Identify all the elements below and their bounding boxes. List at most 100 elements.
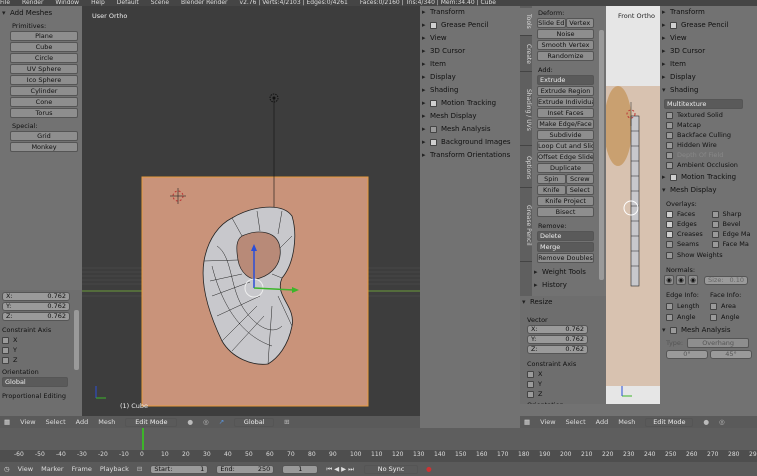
menu-mesh[interactable]: Mesh — [98, 416, 115, 428]
constraint-axis-z[interactable]: Z — [2, 356, 82, 364]
edge-angle-option[interactable]: Angle — [666, 313, 710, 321]
resize-x-field[interactable]: X: 0.762 — [527, 325, 588, 334]
menu-view[interactable]: View — [20, 416, 35, 428]
history-header[interactable]: History — [532, 279, 606, 292]
pivot-icon[interactable]: ◎ — [203, 416, 209, 428]
special-grid-button[interactable]: Grid — [10, 131, 78, 141]
bisect-button[interactable]: Bisect — [537, 207, 594, 217]
section-transform[interactable]: Transform — [420, 6, 520, 19]
resize-axis-y[interactable]: Y — [527, 380, 606, 388]
range-toggle-icon[interactable]: ⊟ — [137, 463, 142, 475]
angle-max-field[interactable]: 45° — [710, 350, 752, 359]
shading-option-ambient-occlusion[interactable]: Ambient Occlusion — [666, 161, 757, 169]
right-menu-view[interactable]: View — [540, 416, 555, 428]
right-section-transform[interactable]: Transform — [660, 6, 757, 19]
remove-doubles-button[interactable]: Remove Doubles — [537, 253, 594, 263]
tools-scrollbar[interactable] — [599, 30, 604, 280]
randomize-button[interactable]: Randomize — [537, 51, 594, 61]
shading-mode-select[interactable]: Multitexture — [664, 99, 743, 109]
section-shading[interactable]: Shading — [420, 84, 520, 97]
mesh-analysis-header[interactable]: Mesh Analysis — [660, 324, 757, 337]
primitive-ico-sphere-button[interactable]: Ico Sphere — [10, 75, 78, 85]
playback-controls-icon[interactable]: ⏮◀▶⏭ — [326, 463, 356, 475]
shading-option-matcap[interactable]: Matcap — [666, 121, 757, 129]
frame-ruler[interactable]: -60 -50 -40 -30 -20 -10 0 10 20 30 40 50 60 70 80 90 100… — [0, 450, 757, 462]
resize-z-field[interactable]: Z: 0.762 — [527, 345, 588, 354]
extrude-region-button[interactable]: Extrude Region — [537, 86, 594, 96]
timeline-menu-view[interactable]: View — [18, 463, 33, 475]
mesh-display-header[interactable]: Mesh Display — [660, 184, 757, 197]
mode-select[interactable]: Edit Mode — [125, 417, 178, 427]
overlay-creases[interactable]: Creases — [666, 230, 712, 238]
resize-axis-z[interactable]: Z — [527, 390, 606, 398]
face-area-option[interactable]: Area — [710, 302, 741, 310]
special-monkey-button[interactable]: Monkey — [10, 142, 78, 152]
extrude-button[interactable]: Extrude — [537, 75, 594, 85]
primitive-cone-button[interactable]: Cone — [10, 97, 78, 107]
record-icon[interactable]: ● — [426, 463, 432, 475]
scale-x-field[interactable]: X: 0.762 — [2, 292, 70, 301]
primitive-torus-button[interactable]: Torus — [10, 108, 78, 118]
resize-y-field[interactable]: Y: 0.762 — [527, 335, 588, 344]
make-edge-face-button[interactable]: Make Edge/Face — [537, 119, 594, 129]
subdivide-button[interactable]: Subdivide — [537, 130, 594, 140]
overlay-seams[interactable]: Seams — [666, 240, 712, 248]
resize-axis-x[interactable]: X — [527, 370, 606, 378]
shading-option-depth-of-field[interactable]: Depth Of Field — [666, 151, 757, 159]
section-item[interactable]: Item — [420, 58, 520, 71]
primitive-uv-sphere-button[interactable]: UV Sphere — [10, 64, 78, 74]
spin-button[interactable]: Spin — [537, 174, 566, 184]
constraint-axis-x[interactable]: X — [2, 336, 82, 344]
section-transform-orientations[interactable]: Transform Orientations — [420, 149, 520, 162]
orientation-dropdown[interactable]: Global — [234, 417, 275, 427]
face-angle-option[interactable]: Angle — [710, 313, 741, 321]
shading-option-textured-solid[interactable]: Textured Solid — [666, 111, 757, 119]
view-menu-icon[interactable]: ▦ — [4, 416, 10, 428]
slide-edge-button[interactable]: Slide Ed — [537, 18, 566, 28]
current-frame-field[interactable]: 1 — [282, 464, 319, 474]
snap-icon[interactable]: ⊞ — [284, 416, 289, 428]
angle-min-field[interactable]: 0° — [666, 350, 708, 359]
orientation-select[interactable]: Global — [2, 377, 68, 387]
section-background-images[interactable]: Background Images — [420, 136, 520, 149]
section-3d-cursor[interactable]: 3D Cursor — [420, 45, 520, 58]
tab-grease-pencil[interactable]: Grease Pencil — [520, 189, 532, 263]
motion-tracking-header[interactable]: Motion Tracking — [660, 171, 757, 184]
start-frame-field[interactable]: Start: 1 — [150, 464, 209, 474]
primitive-plane-button[interactable]: Plane — [10, 31, 78, 41]
analysis-type-select[interactable]: Overhang — [687, 338, 750, 348]
scale-y-field[interactable]: Y: 0.762 — [2, 302, 70, 311]
right-menu-select[interactable]: Select — [566, 416, 586, 428]
right-menu-mesh[interactable]: Mesh — [618, 416, 635, 428]
timeline-menu-frame[interactable]: Frame — [72, 463, 92, 475]
overlay-sharp[interactable]: Sharp — [711, 210, 757, 218]
timeline-menu-playback[interactable]: Playback — [100, 463, 129, 475]
right-pivot-icon[interactable]: ◎ — [719, 416, 725, 428]
offset-edge-slide-button[interactable]: Offset Edge Slide — [537, 152, 594, 162]
checkbox-icon[interactable] — [430, 138, 437, 146]
section-mesh-analysis[interactable]: Mesh Analysis — [420, 123, 520, 136]
section-display[interactable]: Display — [420, 71, 520, 84]
overlay-bevel[interactable]: Bevel — [711, 220, 757, 228]
section-view[interactable]: View — [420, 32, 520, 45]
resize-header[interactable]: Resize — [520, 296, 606, 309]
manipulator-icon[interactable]: ↗ — [219, 416, 224, 428]
checkbox-icon[interactable] — [430, 21, 437, 29]
primitive-circle-button[interactable]: Circle — [10, 53, 78, 63]
left-scrollbar[interactable] — [74, 310, 79, 370]
overlay-edges[interactable]: Edges — [666, 220, 712, 228]
checkbox-icon[interactable] — [430, 125, 437, 133]
section-grease-pencil[interactable]: Grease Pencil — [420, 19, 520, 32]
right-mode-select[interactable]: Edit Mode — [645, 417, 694, 427]
constraint-axis-y[interactable]: Y — [2, 346, 82, 354]
tab-create[interactable]: Create — [520, 38, 532, 72]
checkbox-icon[interactable] — [430, 99, 437, 107]
knife-select-button[interactable]: Select — [565, 185, 594, 195]
duplicate-button[interactable]: Duplicate — [537, 163, 594, 173]
tab-options[interactable]: Options — [520, 148, 532, 188]
smooth-vertex-button[interactable]: Smooth Vertex — [537, 40, 594, 50]
main-viewport[interactable]: User Ortho (1) Cube — [82, 6, 420, 416]
scale-z-field[interactable]: Z: 0.762 — [2, 312, 70, 321]
section-motion-tracking[interactable]: Motion Tracking — [420, 97, 520, 110]
knife-project-button[interactable]: Knife Project — [537, 196, 594, 206]
